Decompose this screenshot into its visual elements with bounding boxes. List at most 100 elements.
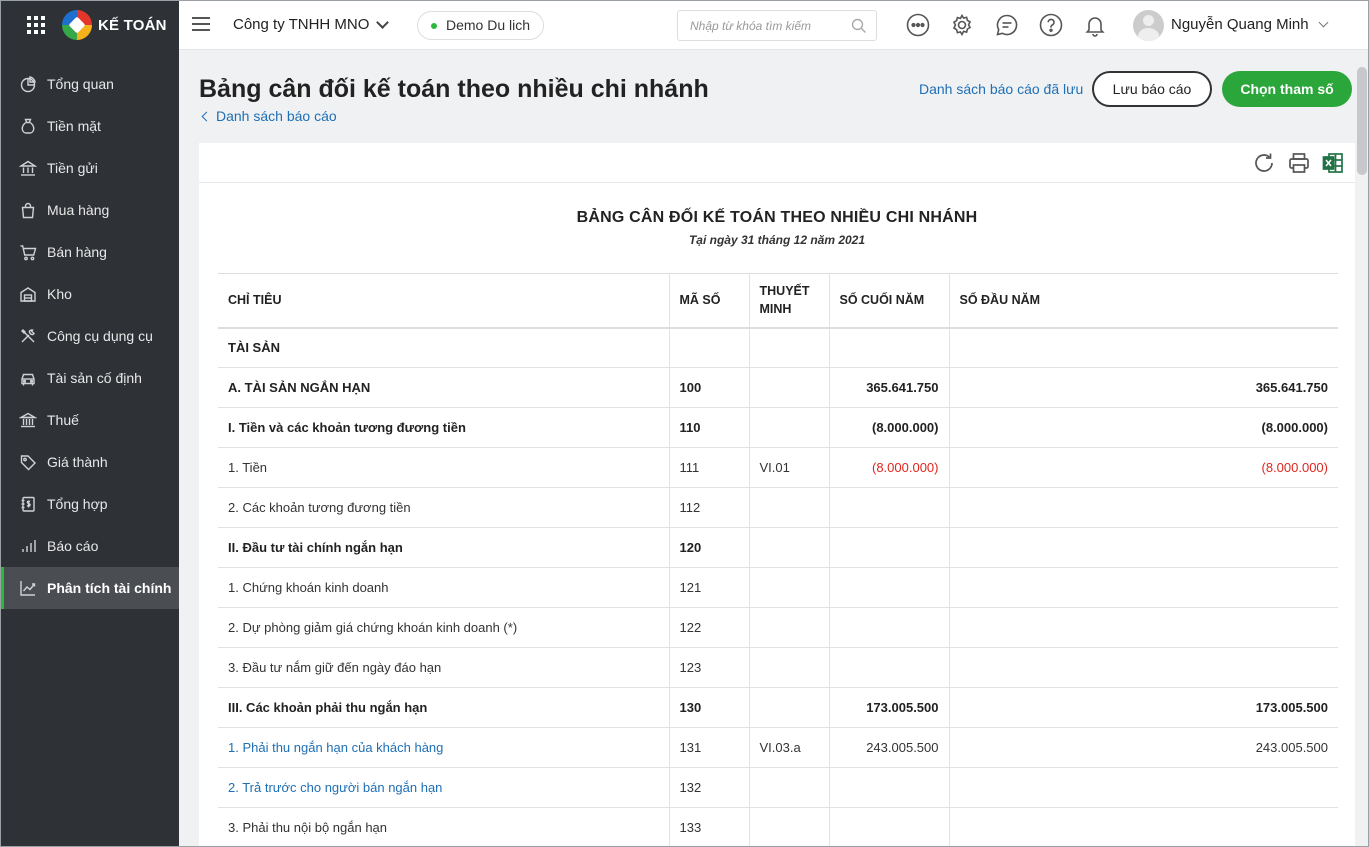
warehouse-icon [18,284,38,304]
cell-code: 100 [668,367,749,408]
cell-note [748,687,829,728]
cell-year-begin: 365.641.750 [948,367,1338,408]
table-row: 1. Tiền 111 VI.01 (8.000.000) (8.000.000) [218,447,1338,488]
table-body: TÀI SẢN A. TÀI SẢN NGẮN HẠN 100 365.641.750… [218,327,1338,847]
cell-year-end [828,527,949,568]
sidebar: KẾ TOÁN Tổng quan Tiền mặt Tiền gửi Mua hàn… [0,0,179,847]
app-grid-icon[interactable] [27,16,45,34]
bank-icon [18,158,38,178]
logo-text: KẾ TOÁN [98,16,167,34]
cell-code: 110 [668,407,749,448]
sidebar-item-4[interactable]: Mua hàng [0,189,179,231]
cell-code [668,327,749,368]
cell-year-begin [948,327,1338,368]
sidebar-item-label: Tài sản cố định [47,370,142,386]
search-box [677,10,877,41]
sidebar-item-12[interactable]: Báo cáo [0,525,179,567]
refresh-icon[interactable] [1252,151,1276,175]
menu-toggle-icon[interactable] [192,17,210,33]
column-header-note: THUYẾT MINH [748,273,829,329]
cell-note [748,367,829,408]
cell-code: 123 [668,647,749,688]
company-selector[interactable]: Công ty TNHH MNO [233,15,390,33]
price-tag-icon [18,452,38,472]
sidebar-item-8[interactable]: Tài sản cố định [0,357,179,399]
save-report-button[interactable]: Lưu báo cáo [1092,71,1212,107]
more-icon[interactable] [906,13,930,37]
demo-branch-badge[interactable]: Demo Du lich [417,11,545,40]
table-row: I. Tiền và các khoản tương đương tiền 110… [218,407,1338,448]
cell-year-begin: 243.005.500 [948,727,1338,768]
sidebar-item-1[interactable]: Tổng quan [0,63,179,105]
cell-code: 122 [668,607,749,648]
cell-note [748,767,829,808]
sidebar-item-2[interactable]: Tiền mặt [0,105,179,147]
column-header-indicator: CHỈ TIÊU [218,273,669,329]
cell-code: 131 [668,727,749,768]
table-row: 2. Dự phòng giảm giá chứng khoán kinh do… [218,607,1338,648]
cell-year-begin: (8.000.000) [948,407,1338,448]
choose-parameters-button[interactable]: Chọn tham số [1222,71,1352,107]
page-title: Bảng cân đối kế toán theo nhiều chi nhán… [199,75,709,103]
car-icon [18,368,38,388]
chevron-left-icon [201,111,212,121]
sidebar-item-5[interactable]: Bán hàng [0,231,179,273]
sidebar-item-3[interactable]: Tiền gửi [0,147,179,189]
cell-code: 120 [668,527,749,568]
table-row: II. Đầu tư tài chính ngắn hạn 120 [218,527,1338,568]
saved-reports-link[interactable]: Danh sách báo cáo đã lưu [919,81,1083,97]
table-row: 3. Đầu tư nắm giữ đến ngày đáo hạn 123 [218,647,1338,688]
cell-indicator[interactable]: 2. Trả trước cho người bán ngắn hạn [218,767,669,808]
cell-year-end: 243.005.500 [828,727,949,768]
cell-year-end: (8.000.000) [828,407,949,448]
search-icon[interactable] [851,18,867,34]
bell-icon[interactable] [1083,13,1107,37]
cell-code: 132 [668,767,749,808]
cell-note [748,607,829,648]
report-panel: BẢNG CÂN ĐỐI KẾ TOÁN THEO NHIỀU CHI NHÁN… [199,143,1355,847]
sidebar-item-label: Công cụ dụng cụ [47,328,153,344]
cell-year-end [828,567,949,608]
user-name[interactable]: Nguyễn Quang Minh [1171,16,1309,33]
balance-sheet-table: CHỈ TIÊU MÃ SỐ THUYẾT MINH SỐ CUỐI NĂM S… [218,273,1338,847]
search-input[interactable] [678,11,843,40]
cell-note [748,647,829,688]
shopping-bag-icon [18,200,38,220]
main-content: Bảng cân đối kế toán theo nhiều chi nhán… [179,50,1355,847]
chevron-down-icon [376,15,390,29]
column-header-year-end: SỐ CUỐI NĂM [828,273,949,329]
cell-note: VI.03.a [748,727,829,768]
table-header-row: CHỈ TIÊU MÃ SỐ THUYẾT MINH SỐ CUỐI NĂM S… [218,273,1338,329]
sidebar-item-label: Mua hàng [47,202,110,218]
print-icon[interactable] [1287,151,1311,175]
chevron-down-icon[interactable] [1318,17,1329,28]
cell-year-end [828,607,949,648]
chat-icon[interactable] [995,13,1019,37]
sidebar-item-11[interactable]: Tổng hợp [0,483,179,525]
sidebar-item-13[interactable]: Phân tích tài chính [0,567,179,609]
gear-icon[interactable] [950,13,974,37]
sidebar-item-10[interactable]: Giá thành [0,441,179,483]
back-to-report-list-link[interactable]: Danh sách báo cáo [201,108,337,124]
scrollbar-thumb[interactable] [1357,67,1367,175]
sidebar-nav: Tổng quan Tiền mặt Tiền gửi Mua hàng Bán hàn… [0,63,179,609]
table-row: III. Các khoản phải thu ngắn hạn 130 173.0… [218,687,1338,728]
sidebar-item-6[interactable]: Kho [0,273,179,315]
cell-indicator[interactable]: 1. Phải thu ngắn hạn của khách hàng [218,727,669,768]
scrollbar[interactable] [1355,50,1369,847]
cell-code: 130 [668,687,749,728]
sidebar-item-7[interactable]: Công cụ dụng cụ [0,315,179,357]
cell-year-begin [948,487,1338,528]
avatar[interactable] [1133,10,1164,41]
table-row: 3. Phải thu nội bộ ngắn hạn 133 [218,807,1338,847]
cell-year-begin: (8.000.000) [948,447,1338,488]
table-row: 2. Trả trước cho người bán ngắn hạn 132 [218,767,1338,808]
sidebar-item-label: Phân tích tài chính [47,580,172,596]
excel-export-icon[interactable] [1321,151,1345,175]
column-header-code: MÃ SỐ [668,273,749,329]
cell-year-end: 173.005.500 [828,687,949,728]
cell-year-begin [948,527,1338,568]
help-icon[interactable] [1039,13,1063,37]
sidebar-item-label: Báo cáo [47,538,99,554]
sidebar-item-9[interactable]: Thuế [0,399,179,441]
